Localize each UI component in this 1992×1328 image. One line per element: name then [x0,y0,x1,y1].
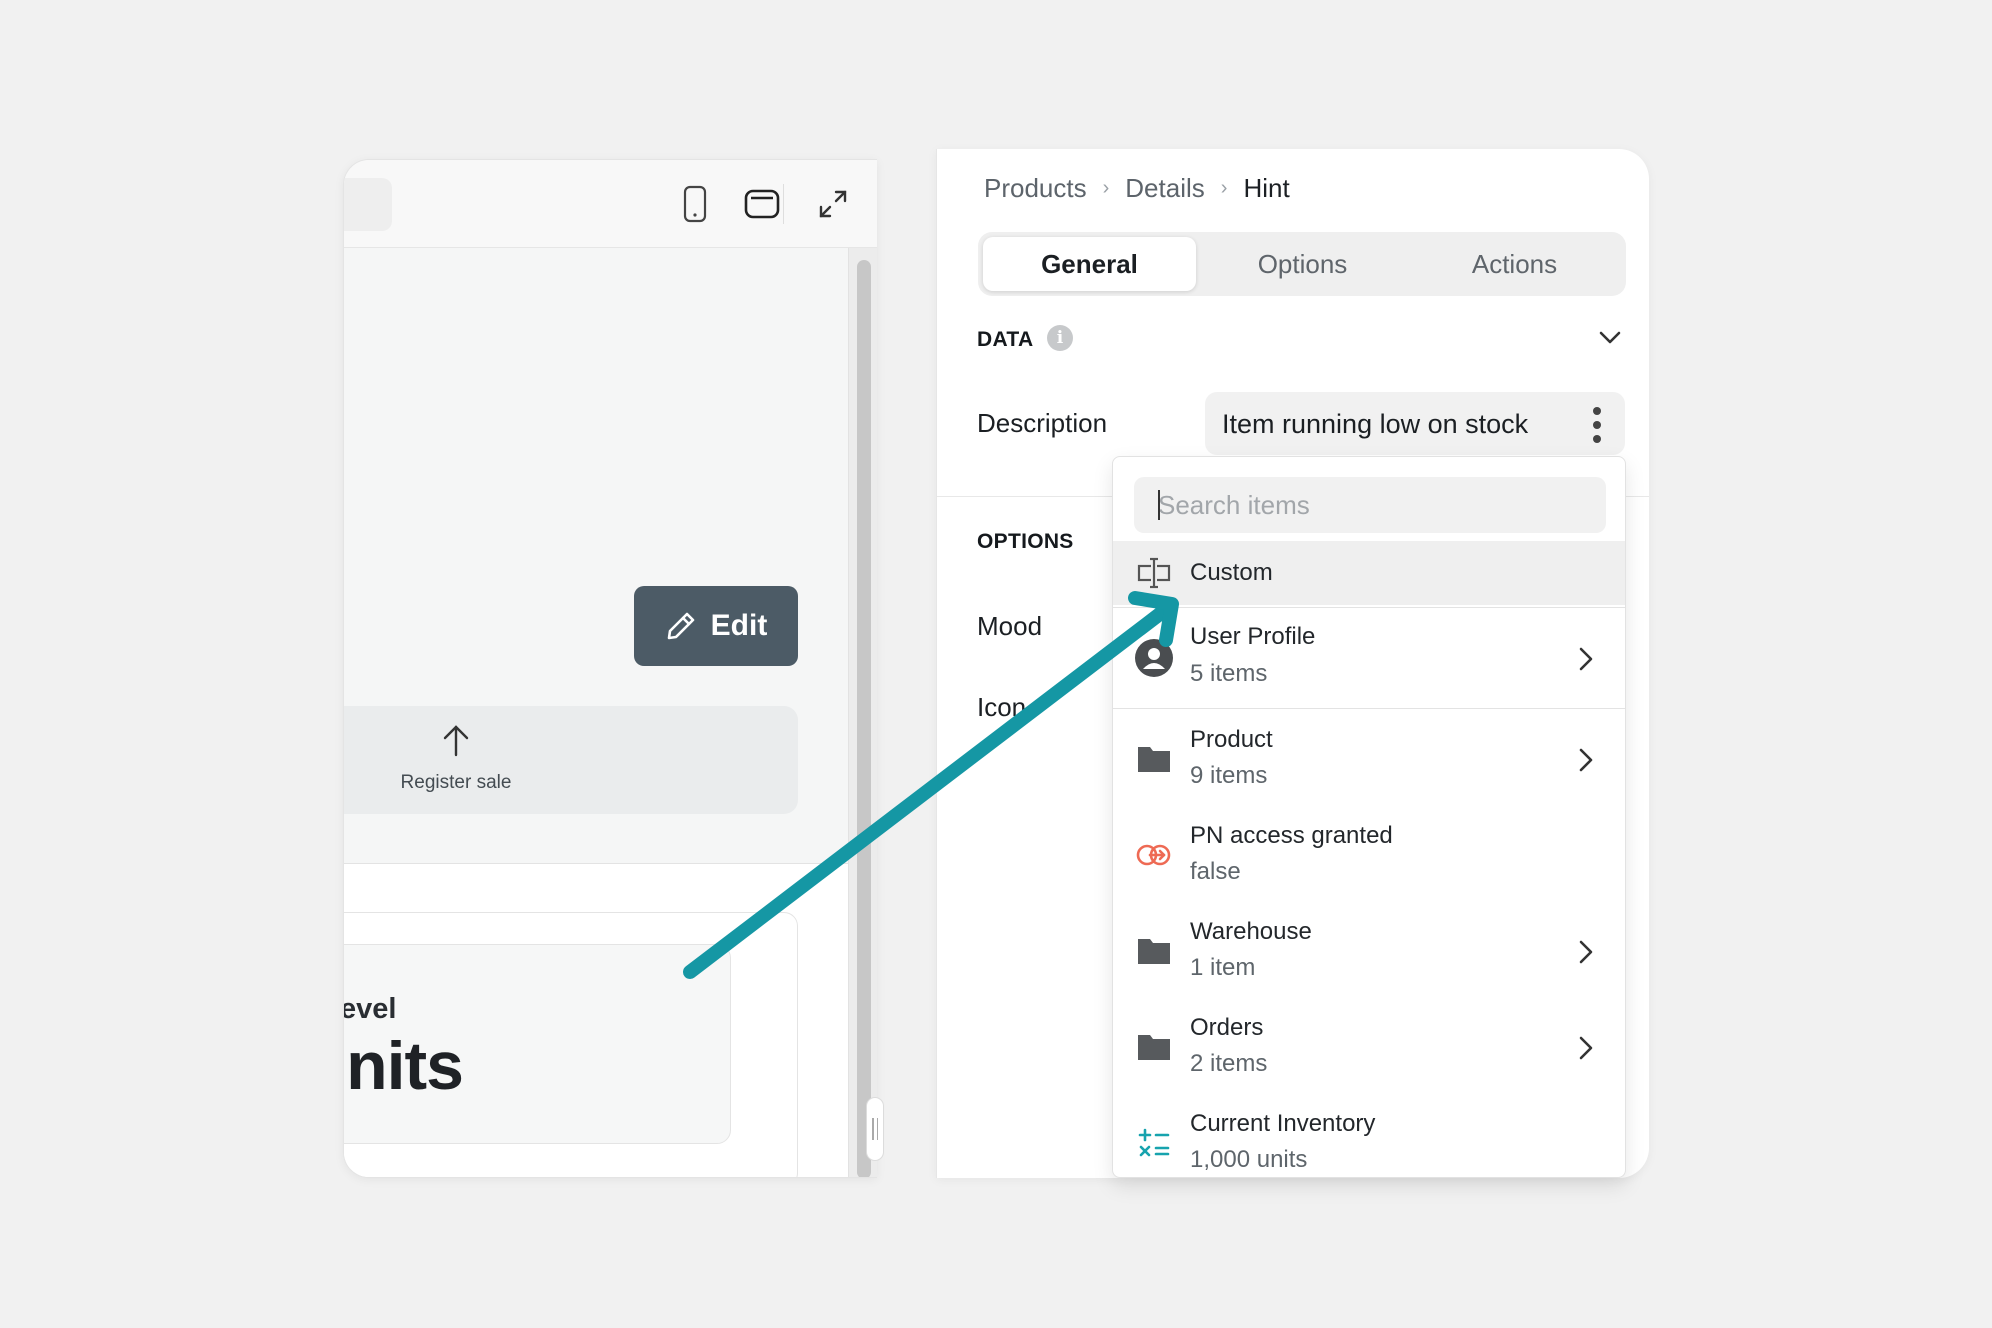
dropdown-item-title: Current Inventory [1190,1110,1376,1137]
description-value: Item running low on stock [1222,409,1529,439]
toolbar-divider [783,184,784,224]
search-input[interactable] [1158,477,1588,533]
breadcrumb-hint: Hint [1243,173,1290,203]
description-label: Description [977,408,1108,438]
mood-label: Mood [977,611,1043,641]
dropdown-item-warehouse[interactable]: Warehouse 1 item [1113,902,1625,998]
info-icon[interactable]: i [1047,325,1073,351]
folder-icon [1135,740,1173,778]
icon-label: Icon [977,692,1027,722]
breadcrumb-chevron-icon: › [1220,177,1228,199]
stock-section: ck Level ) units [344,863,848,1177]
dropdown-item-custom[interactable]: Custom [1113,541,1625,605]
preview-toolbar [344,160,877,248]
edit-button-label: Edit [710,609,768,642]
search-box[interactable] [1134,477,1606,533]
dropdown-item-current-inventory[interactable]: Current Inventory 1,000 units [1113,1094,1625,1177]
folder-icon [1135,932,1173,970]
access-link-icon [1135,836,1173,874]
preview-scrollbar[interactable] [848,248,877,1177]
chevron-right-icon [1579,748,1593,772]
dropdown-item-title: User Profile [1190,623,1316,650]
dropdown-item-subtitle: 2 items [1190,1050,1268,1077]
stock-level-value: ) units [344,1028,464,1104]
dropdown-item-subtitle: 1 item [1190,954,1256,981]
chevron-right-icon [1579,940,1593,964]
stock-level-card: ck Level ) units [344,944,731,1144]
stock-level-label: ck Level [344,993,397,1025]
stock-outer-card: ck Level ) units [344,912,798,1177]
preview-address-bar[interactable] [344,178,392,231]
dropdown-item-subtitle: false [1190,858,1241,885]
edit-button[interactable]: Edit [634,586,798,666]
tab-actions[interactable]: Actions [1408,237,1621,291]
dropdown-item-title: Product [1190,726,1273,753]
chevron-right-icon [1579,647,1593,671]
scrollbar-thumb[interactable] [857,260,871,1177]
folder-icon [1135,1028,1173,1066]
tab-general[interactable]: General [983,237,1196,291]
register-sale-button[interactable]: Register sale [344,706,798,814]
data-source-dropdown: Custom User Profile 5 items Product 9 it… [1112,456,1626,1178]
breadcrumb: Products › Details › Hint [984,173,1290,204]
pencil-icon [667,612,694,640]
dropdown-item-user-profile[interactable]: User Profile 5 items [1113,607,1625,709]
calculator-icon [1135,1124,1173,1162]
dropdown-item-subtitle: 1,000 units [1190,1146,1308,1173]
breadcrumb-chevron-icon: › [1102,177,1110,199]
description-field[interactable]: Item running low on stock [1205,392,1625,455]
more-options-icon[interactable] [1591,407,1603,443]
resize-handle[interactable] [866,1097,884,1161]
dropdown-item-title: Warehouse [1190,918,1312,945]
register-sale-label: Register sale [400,772,512,793]
text-caret [1158,490,1160,520]
dropdown-item-title: Orders [1190,1014,1264,1041]
chevron-right-icon [1579,1036,1593,1060]
dropdown-item-pn-access[interactable]: PN access granted false [1113,806,1625,902]
user-avatar-icon [1135,639,1173,677]
custom-field-icon [1135,554,1173,592]
expand-icon[interactable] [809,180,857,228]
arrow-up-icon [436,723,476,759]
dropdown-item-subtitle: 5 items [1190,660,1268,687]
tab-options[interactable]: Options [1196,237,1409,291]
dropdown-item-product[interactable]: Product 9 items [1113,710,1625,806]
mobile-view-icon[interactable] [671,180,719,228]
data-section-title: DATA [977,328,1034,351]
breadcrumb-details[interactable]: Details [1125,173,1204,204]
dropdown-item-title: Custom [1190,559,1273,586]
preview-content: Edit Register sale ck Level ) units [344,248,848,1177]
dropdown-item-title: PN access granted [1190,822,1393,849]
tab-bar: General Options Actions [978,232,1626,296]
dropdown-item-orders[interactable]: Orders 2 items [1113,998,1625,1094]
desktop-view-icon[interactable] [738,180,786,228]
options-section-title: OPTIONS [977,530,1074,553]
dropdown-item-subtitle: 9 items [1190,762,1268,789]
preview-panel: Edit Register sale ck Level ) units [343,159,877,1178]
breadcrumb-products[interactable]: Products [984,173,1087,204]
chevron-down-icon[interactable] [1598,330,1622,346]
